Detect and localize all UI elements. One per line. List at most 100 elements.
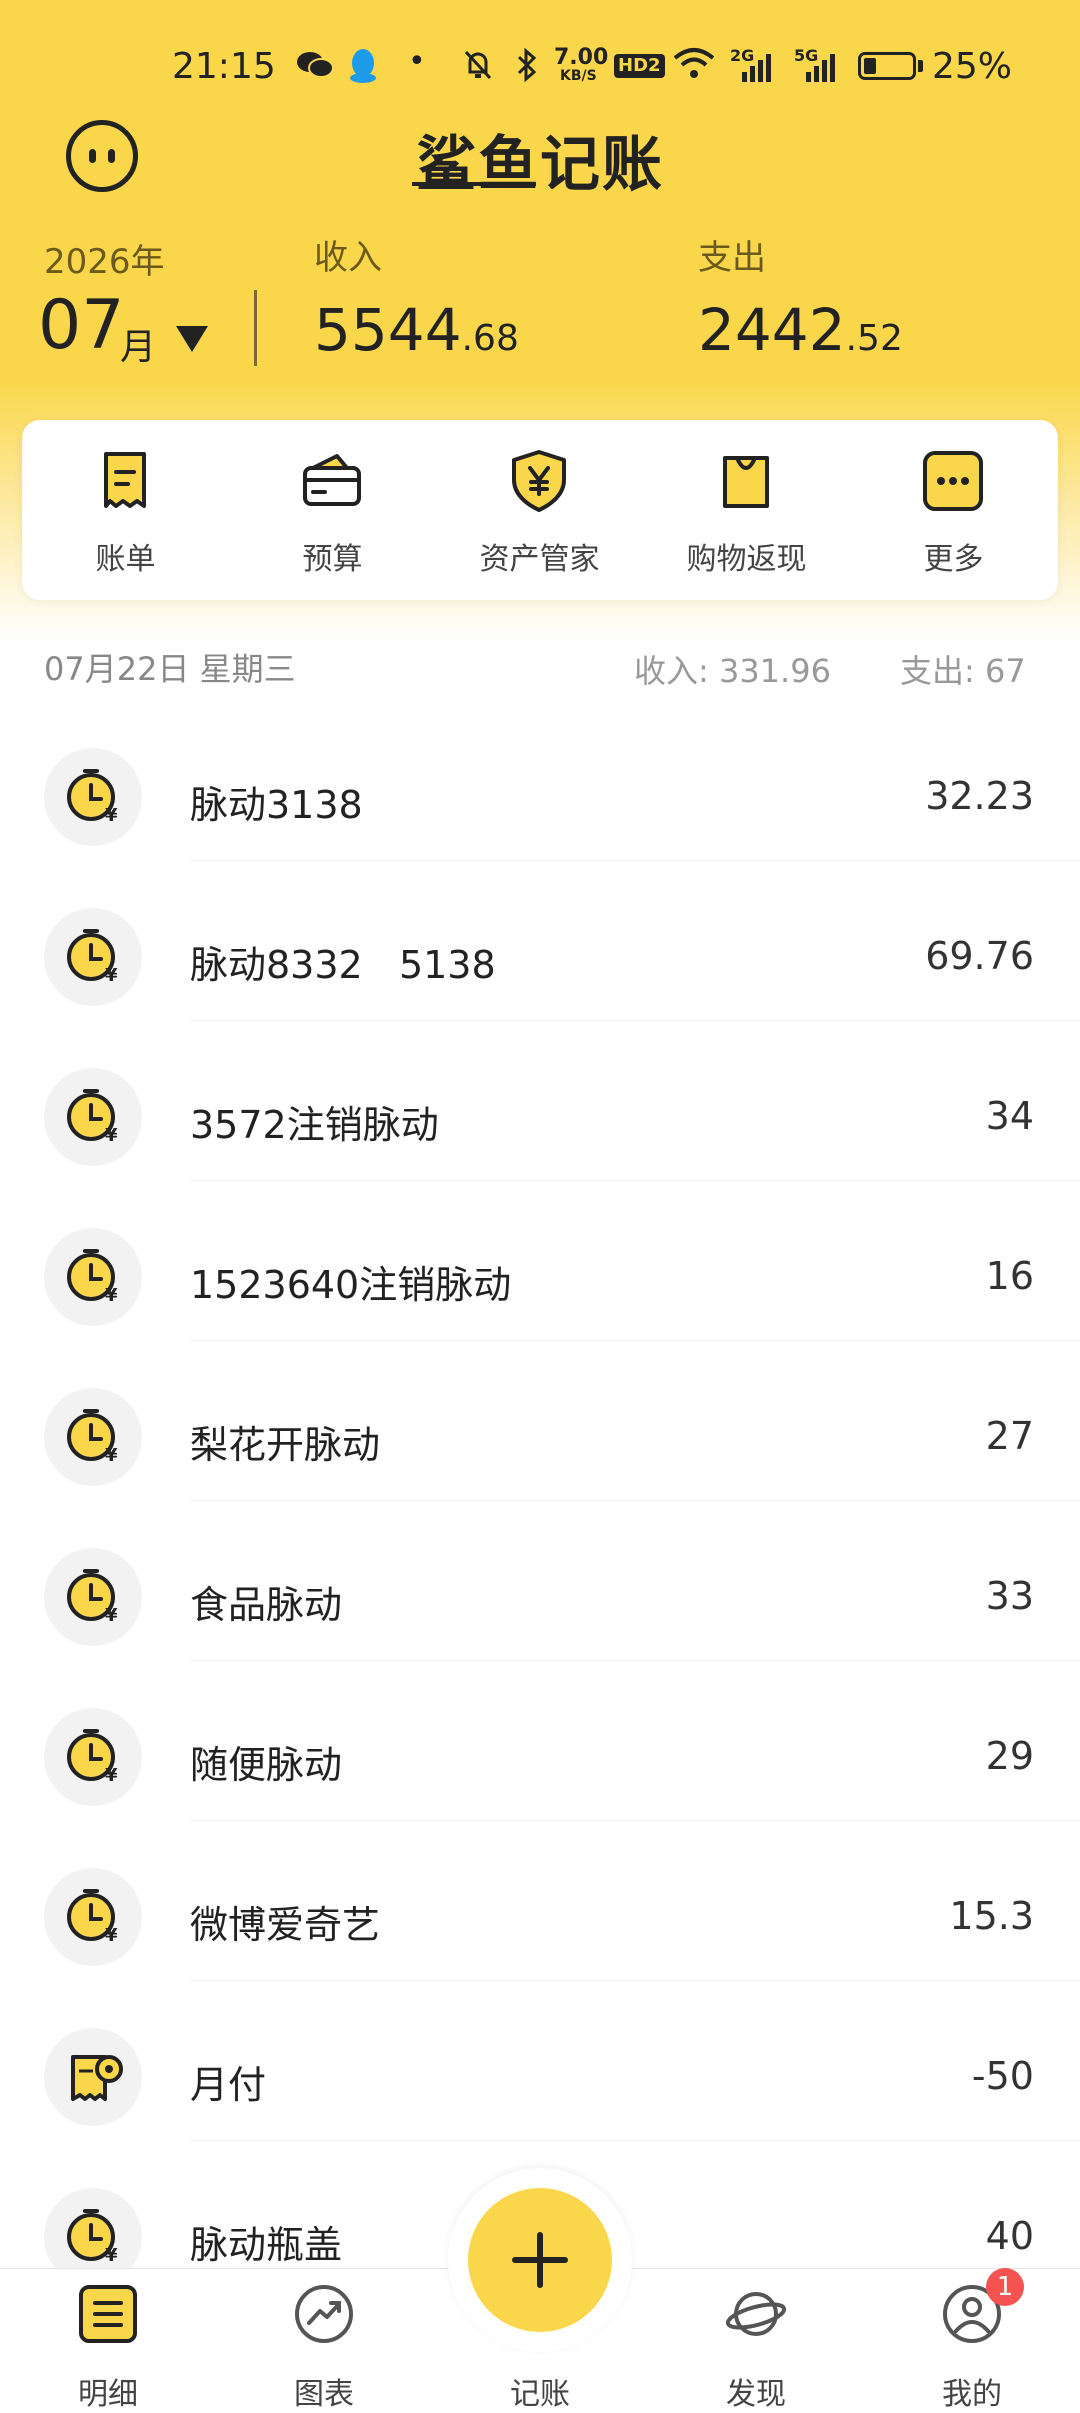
hd-badge: HD2 <box>614 54 665 78</box>
tx-name: 月付 <box>190 2063 267 2107</box>
title-underline <box>412 182 536 186</box>
more-icon <box>923 451 983 511</box>
month-number[interactable]: 07 <box>38 286 125 365</box>
tx-name: 3572注销脉动 <box>190 1103 439 1147</box>
tx-name: 脉动3138 <box>190 783 363 827</box>
svg-text:¥: ¥ <box>105 805 118 826</box>
nav-label: 发现 <box>726 2377 786 2412</box>
day-expense: 支出: 67 <box>900 652 1026 690</box>
row-divider <box>190 1820 1080 1821</box>
quick-label: 资产管家 <box>479 542 600 577</box>
clock-yen-icon: ¥ <box>44 1548 142 1646</box>
income-total: 5544.68 <box>314 296 519 364</box>
summary-divider <box>254 290 257 366</box>
row-divider <box>190 1020 1080 1021</box>
notification-badge: 1 <box>986 2268 1024 2306</box>
tx-name: 食品脉动 <box>190 1583 343 1627</box>
tx-amount: 16 <box>985 1254 1034 1298</box>
receipt-icon <box>44 2028 142 2126</box>
tx-amount: 40 <box>985 2214 1034 2258</box>
quick-actions-card: 账单 预算 资产管家 购物返现 更多 <box>22 420 1058 600</box>
month-unit[interactable]: 月 <box>120 318 156 370</box>
row-divider <box>190 1180 1080 1181</box>
tx-name: 脉动8332 5138 <box>190 943 496 987</box>
tx-amount: 69.76 <box>925 934 1034 978</box>
list-item[interactable]: ¥ 3572注销脉动 34 <box>0 1020 1080 1180</box>
list-item[interactable]: ¥ 脉动8332 5138 69.76 <box>0 860 1080 1020</box>
list-item[interactable]: ¥ 随便脉动 29 <box>0 1660 1080 1820</box>
svg-text:¥: ¥ <box>105 2245 118 2266</box>
nav-label: 记账 <box>510 2377 570 2412</box>
shield-yen-icon <box>512 450 566 512</box>
tx-amount: -50 <box>971 2054 1034 2098</box>
expense-total: 2442.52 <box>698 296 903 364</box>
tx-amount: 27 <box>985 1414 1034 1458</box>
wechat-icon <box>296 50 334 88</box>
caret-down-icon[interactable] <box>176 326 208 352</box>
list-item[interactable]: ¥ 梨花开脉动 27 <box>0 1340 1080 1500</box>
clock-yen-icon: ¥ <box>44 1868 142 1966</box>
svg-text:¥: ¥ <box>105 1605 118 1626</box>
quick-asset-manager[interactable]: 资产管家 <box>436 420 643 600</box>
tx-amount: 34 <box>985 1094 1034 1138</box>
qq-icon <box>348 48 378 92</box>
quick-more[interactable]: 更多 <box>850 420 1057 600</box>
tx-amount: 29 <box>985 1734 1034 1778</box>
list-item[interactable]: ¥ 1523640注销脉动 16 <box>0 1180 1080 1340</box>
svg-text:¥: ¥ <box>105 1285 118 1306</box>
quick-bill[interactable]: 账单 <box>22 420 229 600</box>
battery-icon <box>858 52 916 80</box>
list-item[interactable]: ¥ 微博爱奇艺 15.3 <box>0 1820 1080 1980</box>
expense-label: 支出 <box>698 238 766 278</box>
mute-icon <box>462 48 494 90</box>
quick-label: 更多 <box>923 542 984 577</box>
clock-yen-icon: ¥ <box>44 1068 142 1166</box>
svg-text:¥: ¥ <box>105 965 118 986</box>
clock-yen-icon: ¥ <box>44 1708 142 1806</box>
net-unit: KB/S <box>560 68 597 84</box>
tx-name: 脉动瓶盖 <box>190 2223 343 2267</box>
tab-discover[interactable]: 发现 <box>648 2269 864 2413</box>
clock-yen-icon: ¥ <box>44 1228 142 1326</box>
income-label: 收入 <box>314 238 382 278</box>
planet-icon <box>725 2292 787 2336</box>
tx-amount: 15.3 <box>949 1894 1034 1938</box>
dot-icon: • <box>408 44 426 79</box>
list-item[interactable]: ¥ 食品脉动 33 <box>0 1500 1080 1660</box>
quick-label: 预算 <box>302 542 363 577</box>
tab-charts[interactable]: 图表 <box>216 2269 432 2413</box>
wallet-icon <box>303 454 361 506</box>
add-record-button[interactable] <box>468 2188 612 2332</box>
list-item[interactable]: 月付 -50 <box>0 1980 1080 2140</box>
quick-shopping-cashback[interactable]: 购物返现 <box>643 420 850 600</box>
clock-yen-icon: ¥ <box>44 748 142 846</box>
tx-amount: 32.23 <box>925 774 1034 818</box>
svg-text:¥: ¥ <box>105 1925 118 1946</box>
battery-percent: 25% <box>932 46 1013 87</box>
row-divider <box>190 1340 1080 1341</box>
row-divider <box>190 1980 1080 1981</box>
clock-yen-icon: ¥ <box>44 1388 142 1486</box>
svg-text:¥: ¥ <box>105 1765 118 1786</box>
tx-name: 1523640注销脉动 <box>190 1263 512 1307</box>
nav-label: 明细 <box>78 2377 138 2412</box>
tab-mine[interactable]: 我的 <box>864 2269 1080 2413</box>
nav-label: 我的 <box>942 2377 1002 2412</box>
quick-budget[interactable]: 预算 <box>229 420 436 600</box>
row-divider <box>190 1660 1080 1661</box>
tab-details[interactable]: 明细 <box>0 2269 216 2413</box>
clock-yen-icon: ¥ <box>44 908 142 1006</box>
day-date: 07月22日 星期三 <box>44 650 296 688</box>
chart-icon <box>295 2285 353 2343</box>
quick-label: 账单 <box>95 542 156 577</box>
tx-name: 随便脉动 <box>190 1743 343 1787</box>
bluetooth-icon <box>516 47 538 90</box>
tx-amount: 33 <box>985 1574 1034 1618</box>
shopping-bag-icon <box>723 456 769 508</box>
nav-label: 图表 <box>294 2377 354 2412</box>
battery-tip <box>918 60 923 72</box>
plus-icon-vertical <box>537 2232 543 2288</box>
bill-icon <box>104 452 146 508</box>
list-item[interactable]: ¥ 脉动3138 32.23 <box>0 700 1080 860</box>
status-time: 21:15 <box>172 46 276 87</box>
